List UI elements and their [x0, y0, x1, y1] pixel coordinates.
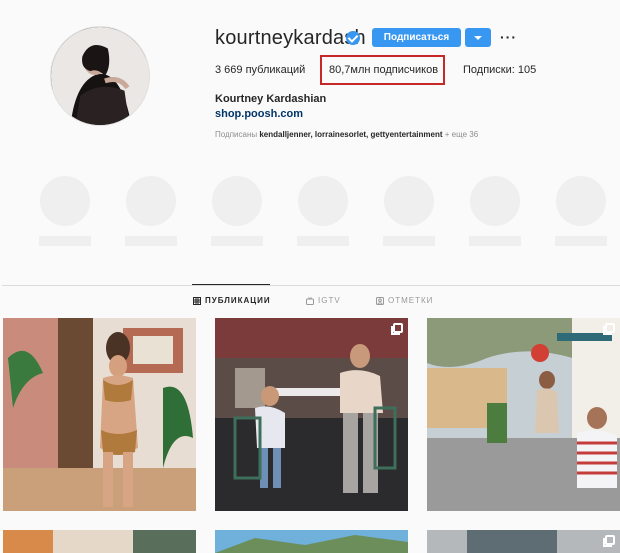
post-thumbnail[interactable] — [215, 318, 408, 511]
story-highlight-placeholder[interactable] — [384, 176, 434, 226]
post-thumbnail[interactable] — [3, 318, 196, 511]
post-thumbnail[interactable] — [427, 530, 620, 553]
story-label-placeholder — [125, 236, 177, 246]
tabs-divider — [2, 285, 620, 286]
story-label-placeholder — [555, 236, 607, 246]
post-thumbnail[interactable] — [427, 318, 620, 511]
tab-tagged[interactable]: ОТМЕТКИ — [376, 296, 433, 305]
grid-icon — [193, 296, 201, 305]
story-highlight-placeholder[interactable] — [40, 176, 90, 226]
story-label-placeholder — [297, 236, 349, 246]
profile-avatar[interactable] — [50, 26, 150, 126]
followed-by-more: + еще 36 — [444, 130, 479, 139]
tab-igtv-label: IGTV — [318, 296, 341, 305]
multiple-photos-icon — [603, 535, 615, 547]
following-stat[interactable]: Подписки: 105 — [463, 64, 536, 76]
following-count: 105 — [517, 64, 537, 76]
posts-count: 3 669 — [215, 64, 243, 76]
followed-by-prefix: Подписаны — [215, 130, 258, 139]
story-highlight-placeholder[interactable] — [470, 176, 520, 226]
story-highlight-placeholder[interactable] — [556, 176, 606, 226]
tab-posts-label: ПУБЛИКАЦИИ — [205, 296, 271, 305]
followed-by-users: kendalljenner, lorrainesorlet, gettyente… — [259, 130, 443, 139]
multiple-photos-icon — [391, 323, 403, 335]
story-highlight-placeholder[interactable] — [212, 176, 262, 226]
posts-stat: 3 669 публикаций — [215, 64, 305, 76]
post-thumbnail[interactable] — [3, 530, 196, 553]
story-label-placeholder — [39, 236, 91, 246]
followers-highlight-box — [320, 55, 445, 85]
story-label-placeholder — [469, 236, 521, 246]
posts-label: публикаций — [245, 64, 306, 76]
profile-website-link[interactable]: shop.poosh.com — [215, 108, 303, 120]
tab-posts[interactable]: ПУБЛИКАЦИИ — [193, 296, 271, 305]
tagged-icon — [376, 296, 384, 305]
post-thumbnail[interactable] — [215, 530, 408, 553]
follow-button[interactable]: Подписаться — [372, 28, 461, 47]
profile-full-name: Kourtney Kardashian — [215, 93, 327, 105]
active-tab-indicator — [192, 284, 270, 285]
suggestions-dropdown-button[interactable] — [465, 28, 491, 47]
story-highlight-placeholder[interactable] — [126, 176, 176, 226]
multiple-photos-icon — [603, 323, 615, 335]
igtv-icon — [306, 296, 314, 305]
tab-tagged-label: ОТМЕТКИ — [388, 296, 434, 305]
verified-badge-icon — [346, 31, 360, 45]
following-label: Подписки: — [463, 64, 515, 76]
tab-igtv[interactable]: IGTV — [306, 296, 341, 305]
more-options-icon[interactable]: ··· — [500, 29, 517, 45]
followed-by-text[interactable]: Подписаны kendalljenner, lorrainesorlet,… — [215, 130, 478, 139]
story-label-placeholder — [211, 236, 263, 246]
story-highlight-placeholder[interactable] — [298, 176, 348, 226]
story-label-placeholder — [383, 236, 435, 246]
profile-username: kourtneykardash — [215, 27, 366, 49]
